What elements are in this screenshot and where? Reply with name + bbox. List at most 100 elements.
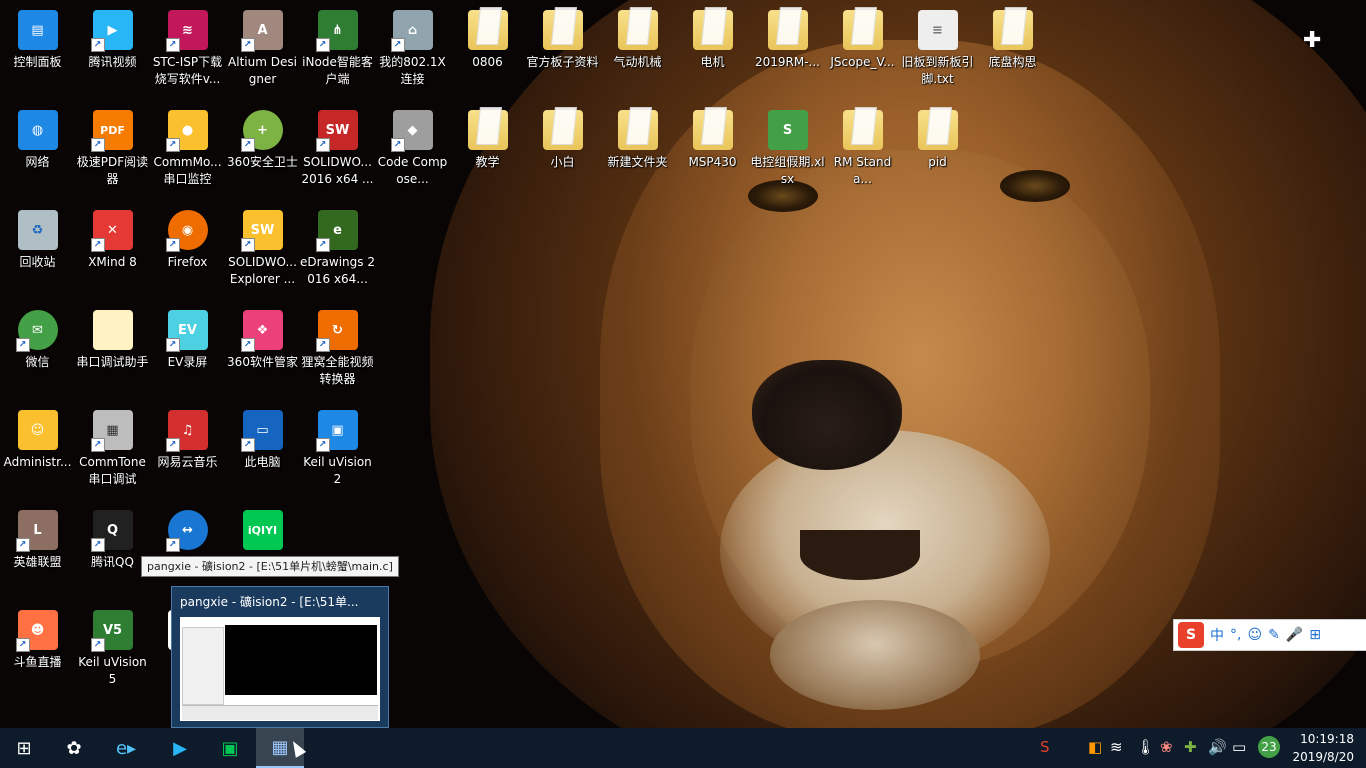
- keil-uvision5-icon: V5 ↗: [90, 610, 133, 652]
- desktop-icon-altium[interactable]: A ↗ Altium Designer: [225, 2, 300, 88]
- start-button[interactable]: ⊞: [0, 728, 48, 768]
- desktop-icon-pdf-reader[interactable]: PDF ↗ 极速PDF阅读器: [75, 102, 150, 188]
- desktop-icon-inode[interactable]: ⋔ ↗ iNode智能客户端: [300, 2, 375, 88]
- desktop-folder-official-board[interactable]: 官方板子资料: [525, 2, 600, 71]
- desktop-icon-8021x[interactable]: ⌂ ↗ 我的802.1X连接: [375, 2, 450, 88]
- taskbar-ie[interactable]: e▸: [102, 728, 150, 768]
- iqiyi-icon: ▣: [221, 737, 239, 759]
- desktop-folder-pneumatic[interactable]: 气动机械: [600, 2, 675, 71]
- desktop-icon-netease-music[interactable]: ♫ ↗ 网易云音乐: [150, 402, 225, 471]
- desktop-folder-0806[interactable]: 0806: [450, 2, 525, 71]
- flower-icon: ✿: [66, 737, 82, 759]
- taskbar-clock[interactable]: 10:19:18 2019/8/20: [1292, 730, 1354, 766]
- desktop-icon-code-composer[interactable]: ◆ ↗ Code Compose...: [375, 102, 450, 188]
- folder-icon: [842, 110, 883, 150]
- video-converter-icon: ↻ ↗: [315, 310, 358, 352]
- desktop-icon-xmind[interactable]: ✕ ↗ XMind 8: [75, 202, 150, 271]
- folder-icon: [467, 110, 508, 150]
- desktop-folder-new[interactable]: 新建文件夹: [600, 102, 675, 171]
- notification-badge[interactable]: 23: [1258, 736, 1280, 758]
- desktop-folder-msp430[interactable]: MSP430: [675, 102, 750, 171]
- desktop-icon-edrawings[interactable]: e ↗ eDrawings 2016 x64...: [300, 202, 375, 288]
- desktop-icon-commmonitor[interactable]: ● ↗ CommMo... 串口监控: [150, 102, 225, 188]
- desktop-icon-wechat[interactable]: ✉ ↗ 微信: [0, 302, 75, 371]
- desktop-folder-motor[interactable]: 电机: [675, 2, 750, 71]
- window-thumbnail-preview[interactable]: pangxie - 礦ision2 - [E:\51单...: [171, 586, 389, 728]
- flower-tray-icon[interactable]: ❀: [1160, 738, 1173, 756]
- desktop-icon-control-panel[interactable]: ▤ 控制面板: [0, 2, 75, 71]
- desktop-icon-video-converter[interactable]: ↻ ↗ 狸窝全能视频转换器: [300, 302, 375, 388]
- thermometer-icon[interactable]: 🌡: [1136, 738, 1155, 756]
- desktop-folder-2019rm[interactable]: 2019RM-...: [750, 2, 825, 71]
- solidworks-icon: SW ↗: [315, 110, 358, 152]
- battery-icon[interactable]: ▭: [1232, 738, 1246, 756]
- ime-toolbox-icon[interactable]: ⊞: [1309, 627, 1321, 643]
- wifi-icon[interactable]: ≋: [1110, 738, 1123, 756]
- wechat-icon: ✉ ↗: [15, 310, 58, 352]
- task-view-button[interactable]: ✿: [50, 728, 98, 768]
- folder-icon: [542, 110, 583, 150]
- taskbar-iqiyi[interactable]: ▣: [206, 728, 254, 768]
- ime-punctuation-icon[interactable]: °,: [1230, 627, 1241, 643]
- desktop-icon-douyu[interactable]: ☻ ↗ 斗鱼直播: [0, 602, 75, 671]
- commtone-icon: ▦ ↗: [90, 410, 133, 452]
- ime-handwriting-icon[interactable]: ✎: [1268, 627, 1280, 643]
- ime-language-toggle[interactable]: 中: [1210, 625, 1224, 645]
- taskbar-tencent-video[interactable]: ▶: [156, 728, 204, 768]
- firefox-icon: ◉ ↗: [165, 210, 208, 252]
- windows-logo-icon: ⊞: [16, 737, 32, 759]
- desktop-icon-lol[interactable]: L ↗ 英雄联盟: [0, 502, 75, 571]
- desktop-icon-this-pc[interactable]: ▭ ↗ 此电脑: [225, 402, 300, 471]
- file-icon: [92, 310, 133, 350]
- sogou-ime-icon[interactable]: S: [1178, 622, 1204, 648]
- desktop-icon-360-software[interactable]: ❖ ↗ 360软件管家: [225, 302, 300, 371]
- desktop-file-xlsx[interactable]: S 电控组假期.xlsx: [750, 102, 825, 188]
- desktop-icon-keil2[interactable]: ▣ ↗ Keil uVision2: [300, 402, 375, 488]
- desktop-icon-commtone[interactable]: ▦ ↗ CommTone 串口调试: [75, 402, 150, 488]
- desktop-icon-keil5[interactable]: V5 ↗ Keil uVision5: [75, 602, 150, 688]
- 360-security-icon: + ↗: [240, 110, 283, 152]
- desktop-folder-xiaobai[interactable]: 小白: [525, 102, 600, 171]
- folder-icon: [617, 110, 658, 150]
- pet-widget-icon[interactable]: ✚: [1303, 28, 1321, 53]
- ime-emoji-icon[interactable]: ☺: [1247, 627, 1262, 643]
- folder-icon: [617, 10, 658, 50]
- desktop-folder-jscope[interactable]: JScope_V...: [825, 2, 900, 71]
- desktop-icon-solidworks[interactable]: SW ↗ SOLIDWO... 2016 x64 ...: [300, 102, 375, 188]
- sogou-tray-icon[interactable]: S: [1040, 738, 1050, 756]
- desktop-icon-tencent-video[interactable]: ▶ ↗ 腾讯视频: [75, 2, 150, 71]
- iqiyi-icon: iQIYI: [242, 510, 283, 550]
- desktop-file-pinout-txt[interactable]: ≡ 旧板到新板引脚.txt: [900, 2, 975, 88]
- desktop-icon-admin-folder[interactable]: ☺ Administr...: [0, 402, 75, 471]
- folder-icon: [767, 10, 808, 50]
- desktop-icon-firefox[interactable]: ◉ ↗ Firefox: [150, 202, 225, 271]
- desktop-folder-rm-standard[interactable]: RM Standa...: [825, 102, 900, 188]
- desktop-icon-serial-assistant[interactable]: 串口调试助手: [75, 302, 150, 371]
- ime-toolbar[interactable]: S 中 °, ☺ ✎ 🎤 ⊞: [1173, 619, 1366, 651]
- desktop-icon-network[interactable]: ◍ 网络: [0, 102, 75, 171]
- desktop-folder-pid[interactable]: pid: [900, 102, 975, 171]
- desktop-icon-ev-recorder[interactable]: EV ↗ EV录屏: [150, 302, 225, 371]
- desktop-folder-teaching[interactable]: 教学: [450, 102, 525, 171]
- douyu-icon: ☻ ↗: [15, 610, 58, 652]
- desktop-icon-360-security[interactable]: + ↗ 360安全卫士: [225, 102, 300, 171]
- 360-tray-icon[interactable]: ✚: [1184, 738, 1197, 756]
- folder-icon: [842, 10, 883, 50]
- folder-icon: [467, 10, 508, 50]
- teamviewer-icon: ↔ ↗: [165, 510, 208, 552]
- network-connection-icon: ⌂ ↗: [390, 10, 433, 52]
- ime-microphone-icon[interactable]: 🎤: [1286, 627, 1303, 643]
- desktop-icon-recycle-bin[interactable]: ♻ 回收站: [0, 202, 75, 271]
- desktop-icon-iqiyi[interactable]: iQIYI: [225, 502, 300, 554]
- desktop-icon-stc-isp[interactable]: ≋ ↗ STC-ISP下载烧写软件v...: [150, 2, 225, 88]
- keil-uvision2-icon: ▣ ↗: [315, 410, 358, 452]
- desktop-icon-qq[interactable]: Q ↗ 腾讯QQ: [75, 502, 150, 571]
- edrawings-icon: e ↗: [315, 210, 358, 252]
- app-tray-icon[interactable]: ◧: [1088, 738, 1102, 756]
- solidworks-explorer-icon: SW ↗: [240, 210, 283, 252]
- thumbnail-window-preview[interactable]: [180, 617, 380, 721]
- volume-icon[interactable]: 🔊: [1208, 738, 1227, 756]
- desktop-icon-sw-explorer[interactable]: SW ↗ SOLIDWO... Explorer ...: [225, 202, 300, 288]
- code-composer-icon: ◆ ↗: [390, 110, 433, 152]
- desktop-folder-chassis[interactable]: 底盘构思: [975, 2, 1050, 71]
